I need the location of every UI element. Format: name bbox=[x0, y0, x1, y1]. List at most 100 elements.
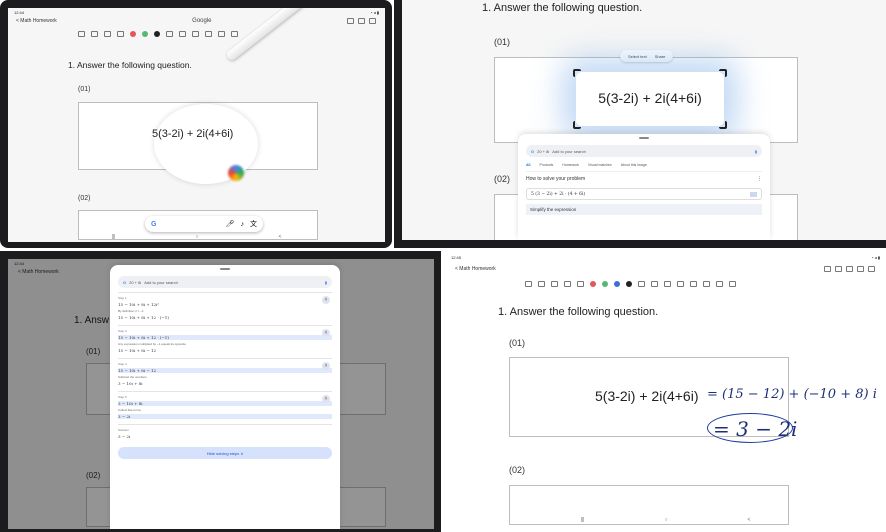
expand-icon[interactable] bbox=[346, 18, 354, 24]
translate-icon[interactable]: 文 bbox=[250, 219, 257, 229]
solving-step: Step 5 3 − 10i + 8i Collect like terms 3… bbox=[118, 391, 332, 424]
equation-field[interactable]: 5 (3 − 2i) + 2i · (4 + 6i) bbox=[526, 188, 762, 200]
selection-handle[interactable] bbox=[719, 69, 727, 77]
solution-value: 3 − 2i bbox=[118, 434, 131, 439]
collapse-step-button[interactable]: ˄ bbox=[322, 362, 330, 370]
tablet-screen: 12:44 < Math Homework 1. Answ (01) (02) … bbox=[8, 259, 434, 529]
layout-icon[interactable] bbox=[846, 266, 853, 272]
hide-steps-button[interactable]: Hide solving steps ∧ bbox=[118, 447, 332, 459]
select-text-button[interactable]: Select text bbox=[628, 54, 647, 59]
solving-step: Step 4 15 − 10i + 8i − 12 Subtract the n… bbox=[118, 358, 332, 391]
collapse-step-button[interactable]: ˄ bbox=[322, 395, 330, 403]
expand-icon[interactable] bbox=[824, 266, 831, 272]
image-icon[interactable] bbox=[703, 281, 710, 287]
add-icon[interactable] bbox=[368, 18, 376, 24]
tab-visual-matches[interactable]: Visual matches bbox=[588, 163, 612, 167]
question-number-1: (01) bbox=[509, 338, 526, 348]
pen-toolbar bbox=[78, 31, 238, 37]
keyboard-icon[interactable] bbox=[750, 191, 757, 197]
back-nav-button[interactable]: < bbox=[279, 234, 282, 240]
selection-box[interactable]: 5(3-2i) + 2i(4+6i) bbox=[573, 69, 727, 129]
selection-handle[interactable] bbox=[719, 121, 727, 129]
expression: 5(3-2i) + 2i(4+6i) bbox=[152, 128, 234, 140]
search-bar[interactable]: G 20 + 8i Add to your search ▮ bbox=[526, 145, 762, 157]
collapse-step-button[interactable]: ˄ bbox=[322, 329, 330, 337]
select-tool-icon[interactable] bbox=[78, 31, 85, 37]
shape-tool-icon[interactable] bbox=[205, 31, 212, 37]
undo-icon[interactable] bbox=[651, 281, 658, 287]
solution-label: Solution bbox=[118, 428, 129, 432]
pen-tool-icon[interactable] bbox=[538, 281, 545, 287]
layout-icon[interactable] bbox=[357, 18, 365, 24]
more-tools-icon[interactable] bbox=[231, 31, 238, 37]
drag-handle[interactable] bbox=[220, 268, 230, 270]
search-chip[interactable]: 20 + 8i bbox=[537, 149, 549, 154]
shape-tool-icon[interactable] bbox=[690, 281, 697, 287]
selection-handle[interactable] bbox=[573, 69, 581, 77]
drag-handle[interactable] bbox=[639, 137, 649, 139]
tab-products[interactable]: Products bbox=[539, 163, 553, 167]
voice-icon[interactable] bbox=[716, 281, 723, 287]
search-chip[interactable]: 20 + 8i bbox=[129, 280, 141, 285]
share-button[interactable]: Share bbox=[655, 54, 666, 59]
undo-icon[interactable] bbox=[166, 31, 173, 37]
mic-icon[interactable]: ▮ bbox=[755, 149, 757, 154]
recent-apps-button[interactable]: ||| bbox=[581, 517, 585, 523]
tab-all[interactable]: All bbox=[526, 163, 530, 167]
navigation-bar: ||| ○ < bbox=[445, 515, 886, 525]
result-tabs: All Products Homework Visual matches Abo… bbox=[526, 163, 762, 167]
highlighter-icon[interactable] bbox=[551, 281, 558, 287]
solution-block: Solution 3 − 2i bbox=[118, 424, 332, 444]
more-tools-icon[interactable] bbox=[729, 281, 736, 287]
reading-mode-icon[interactable] bbox=[835, 266, 842, 272]
line-icon[interactable] bbox=[638, 281, 645, 287]
color-green[interactable] bbox=[602, 281, 608, 287]
music-icon[interactable]: ♪ bbox=[241, 221, 245, 228]
text-tool-icon[interactable] bbox=[677, 281, 684, 287]
status-icons: ◔ ◂ ▮ bbox=[370, 10, 379, 15]
tab-homework[interactable]: Homework bbox=[562, 163, 579, 167]
image-icon[interactable] bbox=[218, 31, 225, 37]
mic-icon[interactable]: ▮ bbox=[325, 280, 327, 285]
question-number-2: (02) bbox=[78, 195, 91, 202]
color-green[interactable] bbox=[142, 31, 148, 37]
redo-icon[interactable] bbox=[179, 31, 186, 37]
home-button[interactable]: ○ bbox=[195, 234, 198, 240]
color-red[interactable] bbox=[130, 31, 136, 37]
recent-apps-button[interactable]: ||| bbox=[112, 234, 116, 240]
lasso-icon[interactable] bbox=[577, 281, 584, 287]
selection-handle[interactable] bbox=[573, 121, 581, 129]
search-bar[interactable]: G 20 + 8i Add to your search ▮ bbox=[118, 276, 332, 288]
search-bar[interactable]: G 🎤︎ ♪ 文 bbox=[145, 216, 263, 232]
selection-actions: Select text Share bbox=[620, 50, 674, 62]
back-button[interactable]: < Math Homework bbox=[16, 18, 57, 24]
eraser-icon[interactable] bbox=[564, 281, 571, 287]
step-expression: 15 − 10i + 8i − 12 bbox=[118, 368, 332, 373]
question-number-2: (02) bbox=[509, 465, 526, 475]
highlighter-icon[interactable] bbox=[104, 31, 111, 37]
color-black[interactable] bbox=[154, 31, 160, 37]
collapse-step-button[interactable]: ˄ bbox=[322, 296, 330, 304]
color-blue[interactable] bbox=[614, 281, 620, 287]
select-tool-icon[interactable] bbox=[525, 281, 532, 287]
pen-tool-icon[interactable] bbox=[91, 31, 98, 37]
redo-icon[interactable] bbox=[664, 281, 671, 287]
color-red[interactable] bbox=[590, 281, 596, 287]
status-time: 12:44 bbox=[14, 10, 25, 15]
tab-about-image[interactable]: About this image bbox=[621, 163, 647, 167]
question-number-1: (01) bbox=[494, 37, 511, 47]
header-actions bbox=[824, 266, 875, 272]
home-button[interactable]: ○ bbox=[664, 517, 667, 523]
back-button[interactable]: < Math Homework bbox=[455, 266, 496, 272]
eraser-icon[interactable] bbox=[117, 31, 124, 37]
add-icon[interactable] bbox=[857, 266, 864, 272]
simplify-step[interactable]: Simplify the expression bbox=[526, 204, 762, 215]
step-label: Step 4 bbox=[118, 362, 127, 366]
more-options-icon[interactable]: ⋮ bbox=[757, 176, 762, 182]
text-tool-icon[interactable] bbox=[192, 31, 199, 37]
expression: 5(3-2i) + 2i(4+6i) bbox=[598, 90, 702, 106]
more-options-icon[interactable] bbox=[868, 266, 875, 272]
color-black[interactable] bbox=[626, 281, 632, 287]
mic-icon[interactable]: 🎤︎ bbox=[226, 220, 235, 228]
back-nav-button[interactable]: < bbox=[748, 517, 751, 523]
